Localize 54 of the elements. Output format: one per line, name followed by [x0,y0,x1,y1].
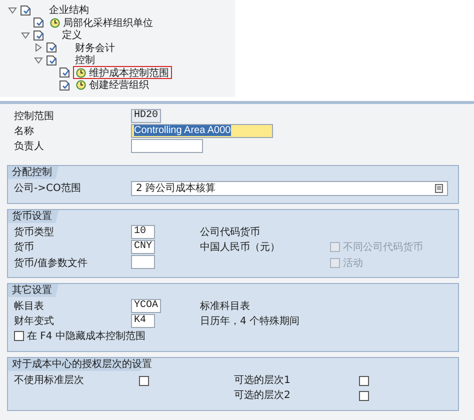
input-field[interactable]: 10 [131,225,155,239]
input-field[interactable] [131,139,203,153]
input-field[interactable]: K4 [131,314,155,328]
tree-item[interactable]: 控制 [60,54,98,67]
field-label: 名称 [14,125,34,138]
field-label: 货币类型 [14,226,55,239]
checkbox-label: 可选的层次2 [234,388,292,402]
document-icon [33,30,44,41]
field-description: 日历年，4 个特殊期间 [200,314,301,328]
document-icon [59,67,70,78]
tree-item[interactable]: 维护成本控制范围 [73,66,172,80]
checkbox-label: 活动 [343,257,363,270]
tree-item[interactable]: 定义 [47,28,85,42]
checkbox-label: 在 F4 中隐藏成本控制范围 [27,330,146,343]
document-icon [33,17,44,28]
expand-arrow-icon[interactable] [34,43,43,52]
collapse-arrow-icon[interactable] [8,6,17,15]
clock-icon [50,18,60,28]
field-label: 帐目表 [14,300,45,313]
field-label: 财年变式 [14,314,55,328]
field-label: 货币/值参数文件 [14,256,88,270]
checkbox-label: 不使用标准层次 [14,374,85,387]
input-field[interactable]: HD20 [131,109,162,123]
checkbox-label: 可选的层次1 [234,374,292,387]
input-field[interactable]: CNY [131,240,156,254]
document-icon [20,4,31,16]
collapse-arrow-icon[interactable] [34,56,43,65]
document-icon [59,80,70,91]
field-description: 公司代码货币 [200,226,261,239]
field-description: 中国人民币（元） [200,240,281,254]
field-description: 标准科目表 [200,300,251,313]
input-field[interactable]: Controlling Area A000 [131,124,273,138]
checkbox[interactable] [359,376,369,386]
checkbox[interactable] [359,390,369,400]
tree-item[interactable]: 财务会计 [60,41,118,54]
clock-icon [76,80,86,90]
checkbox[interactable] [139,376,149,386]
field-label: 货币 [14,240,35,254]
tree-item[interactable]: 局部化采样组织单位 [47,16,156,30]
input-field[interactable]: YCOA [131,299,162,313]
checkbox-label: 不同公司代码货币 [343,240,423,254]
checkbox[interactable] [14,331,24,341]
field-label: 控制范围 [14,110,54,123]
field-label: 负责人 [14,140,44,153]
document-icon [46,42,57,54]
list-icon [435,184,443,192]
collapse-arrow-icon[interactable] [21,30,30,40]
tree-item[interactable]: 企业结构 [34,4,92,17]
dropdown-field[interactable]: 2 跨公司成本核算 [131,180,448,196]
clock-icon [76,68,86,78]
input-field[interactable] [131,254,155,268]
document-icon [46,54,57,66]
tree-item[interactable]: 创建经营组织 [73,78,152,92]
field-label: 公司->CO范围 [14,182,82,195]
